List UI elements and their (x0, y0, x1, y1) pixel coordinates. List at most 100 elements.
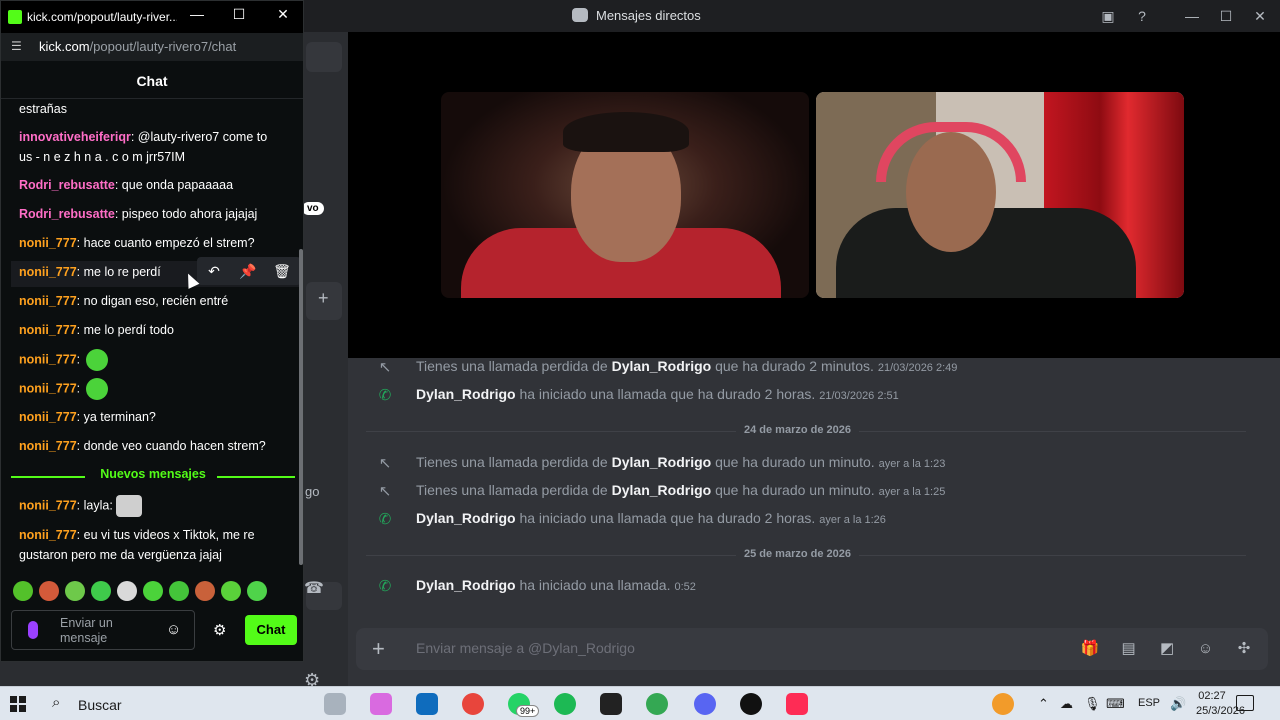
hangup-icon[interactable]: ☎ (304, 578, 324, 598)
chat-message: nonii_777: hace cuanto empezó el strem? (19, 233, 289, 253)
log-user[interactable]: Dylan_Rodrigo (612, 358, 712, 374)
video-tile-self[interactable] (816, 92, 1184, 298)
emote-icon[interactable] (65, 581, 85, 601)
log-text: que ha durado un minuto. (711, 482, 875, 498)
chat-username[interactable]: Rodri_rebusatte (19, 178, 115, 192)
maximize-button[interactable]: ☐ (229, 6, 249, 23)
system-clock[interactable]: 02:27 25/3/2026 (1196, 689, 1245, 719)
emoji-picker-icon[interactable]: ☺ (166, 621, 181, 638)
video-tile-remote[interactable] (441, 92, 809, 298)
site-settings-icon[interactable]: ☰ (11, 39, 22, 53)
chat-username[interactable]: nonii_777 (19, 236, 77, 250)
minimize-button[interactable]: — (1182, 6, 1202, 26)
message-text: : (76, 381, 81, 396)
gif-icon[interactable]: ▤ (1119, 639, 1139, 659)
maximize-button[interactable]: ☐ (1216, 6, 1236, 26)
missed-call-icon: ↖ (378, 455, 392, 472)
log-text: ha iniciado una llamada que ha durado 2 … (515, 510, 816, 526)
send-chat-button[interactable]: Chat (245, 615, 297, 645)
spotify-icon[interactable] (554, 693, 576, 715)
chrome-profile-icon[interactable] (646, 693, 668, 715)
chat-username[interactable]: nonii_777 (19, 381, 77, 395)
chat-username[interactable]: nonii_777 (19, 352, 77, 366)
emote-icon[interactable] (39, 581, 59, 601)
network-icon[interactable]: ☁ (1060, 696, 1073, 712)
message-text: : (76, 352, 81, 367)
chat-message: nonii_777: (19, 349, 289, 371)
minimize-button[interactable]: — (187, 6, 207, 22)
chat-scrollbar[interactable] (299, 249, 303, 565)
emote-icon[interactable] (117, 581, 137, 601)
task-view-icon[interactable] (324, 693, 346, 715)
message-text: : hace cuanto empezó el strem? (76, 236, 255, 250)
message-text: : @lauty-rivero7 come to (130, 130, 268, 144)
inbox-icon[interactable]: ▣ (1098, 6, 1118, 26)
obs-icon[interactable] (740, 693, 762, 715)
emoji-icon[interactable]: ☺ (1196, 640, 1216, 660)
chat-username[interactable]: Rodri_rebusatte (19, 207, 115, 221)
microphone-tray-icon[interactable]: 🎙 (1084, 696, 1101, 712)
chat-username[interactable]: nonii_777 (19, 294, 77, 308)
message-composer[interactable]: + Enviar mensaje a @Dylan_Rodrigo 🎁 ▤ ◩ … (356, 628, 1268, 670)
apps-icon[interactable]: ✣ (1234, 639, 1254, 659)
address-bar[interactable]: ☰ kick.com/popout/lauty-rivero7/chat (1, 33, 303, 61)
sticker-icon[interactable]: ◩ (1157, 639, 1177, 659)
outlook-icon[interactable] (416, 693, 438, 715)
discord-icon[interactable] (694, 693, 716, 715)
chat-message: nonii_777: me lo perdí todo (19, 320, 289, 340)
keyboard-icon[interactable]: ⌨ (1106, 696, 1125, 712)
copilot-icon[interactable] (370, 693, 392, 715)
tiktok-icon[interactable] (786, 693, 808, 715)
close-button[interactable]: ✕ (273, 6, 293, 23)
emote-icon[interactable] (13, 581, 33, 601)
chat-username[interactable]: nonii_777 (19, 323, 77, 337)
missed-call-icon: ↖ (378, 359, 392, 376)
attach-plus-icon[interactable]: + (372, 636, 385, 662)
date-divider-label: 25 de marzo de 2026 (736, 548, 860, 560)
emote-icon (85, 378, 108, 400)
chat-username[interactable]: nonii_777 (19, 528, 77, 542)
log-text: que ha durado 2 minutos. (711, 358, 874, 374)
message-text: : ya terminan? (76, 410, 156, 424)
phone-icon: ✆ (378, 578, 392, 595)
log-user[interactable]: Dylan_Rodrigo (612, 482, 712, 498)
language-indicator[interactable]: ESP (1138, 697, 1160, 709)
url-path: /popout/lauty-rivero7/chat (89, 39, 237, 54)
log-user[interactable]: Dylan_Rodrigo (416, 386, 516, 402)
close-button[interactable]: ✕ (1250, 6, 1270, 26)
start-button[interactable] (10, 696, 26, 712)
create-dm-icon[interactable]: + (318, 288, 329, 309)
emote-icon[interactable] (247, 581, 267, 601)
emote-icon[interactable] (91, 581, 111, 601)
chrome-icon[interactable] (462, 693, 484, 715)
microphone-icon[interactable] (28, 621, 38, 639)
notifications-icon[interactable] (1236, 695, 1254, 711)
capcut-icon[interactable] (600, 693, 622, 715)
chat-username[interactable]: nonii_777 (19, 498, 77, 512)
chat-username[interactable]: nonii_777 (19, 265, 77, 279)
volume-icon[interactable]: 🔊 (1170, 696, 1186, 712)
sidebar-item[interactable] (306, 42, 342, 72)
emote-icon[interactable] (195, 581, 215, 601)
show-hidden-icons-icon[interactable]: ⌃ (1038, 696, 1049, 712)
emote-icon[interactable] (169, 581, 189, 601)
chat-username[interactable]: innovativeheiferiqr (19, 130, 131, 144)
help-icon[interactable]: ? (1132, 6, 1152, 26)
emote-icon[interactable] (143, 581, 163, 601)
weather-icon[interactable] (992, 693, 1014, 715)
chat-input[interactable]: Enviar un mensaje ☺ (11, 610, 195, 650)
chat-settings-icon[interactable]: ⚙ (213, 621, 226, 639)
gift-icon[interactable]: 🎁 (1080, 639, 1100, 659)
log-user[interactable]: Dylan_Rodrigo (612, 454, 712, 470)
delete-icon[interactable]: 🗑 (265, 257, 299, 285)
chat-username[interactable]: nonii_777 (19, 410, 77, 424)
emote-icon[interactable] (221, 581, 241, 601)
reply-icon[interactable]: ↶ (197, 257, 231, 285)
taskbar-search[interactable]: ⌕ Buscar (44, 691, 304, 717)
chat-username[interactable]: nonii_777 (19, 439, 77, 453)
search-icon: ⌕ (52, 694, 61, 711)
log-user[interactable]: Dylan_Rodrigo (416, 510, 516, 526)
message-input[interactable]: Enviar mensaje a @Dylan_Rodrigo (416, 640, 635, 656)
log-user[interactable]: Dylan_Rodrigo (416, 577, 516, 593)
pin-icon[interactable]: 📌 (231, 257, 265, 285)
